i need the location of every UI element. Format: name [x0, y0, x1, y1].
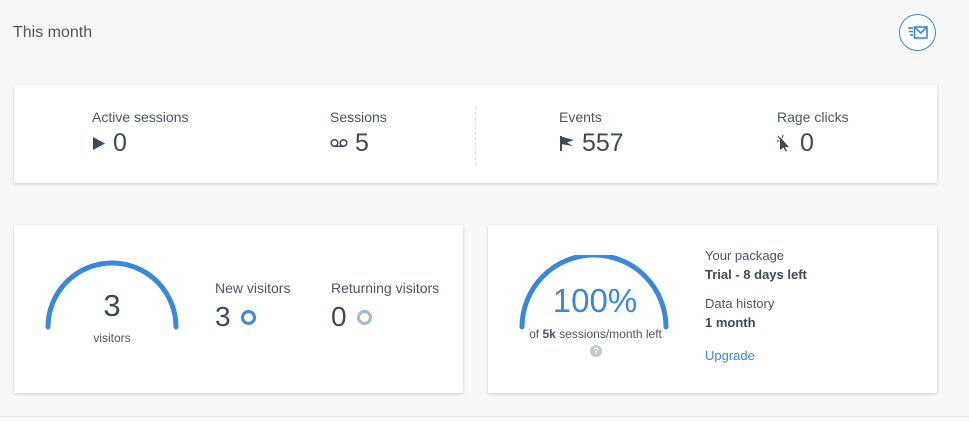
new-visitors[interactable]: New visitors 3 [215, 280, 290, 334]
package-value: Trial - 8 days left [705, 267, 807, 282]
stat-value: 0 [800, 129, 814, 157]
new-visitors-label: New visitors [215, 280, 291, 296]
summary-stats-card: Active sessions 0 Sessions 5 Events 557 … [14, 85, 937, 183]
data-history-label: Data history [705, 296, 775, 311]
stat-rage-clicks[interactable]: Rage clicks 0 [777, 109, 849, 158]
returning-visitors[interactable]: Returning visitors 0 [331, 280, 439, 334]
caption-prefix: of [529, 327, 543, 341]
stat-active-sessions[interactable]: Active sessions 0 [92, 109, 188, 158]
caption-limit: 5k [542, 327, 556, 341]
email-report-button[interactable] [899, 14, 936, 51]
returning-visitors-value: 0 [331, 301, 347, 332]
stat-label: Rage clicks [777, 109, 849, 125]
caption-suffix: sessions/month left [555, 327, 662, 341]
stat-sessions[interactable]: Sessions 5 [330, 109, 387, 158]
new-visitors-value: 3 [215, 301, 231, 332]
mail-icon [907, 25, 928, 39]
sessions-left-percent: 100% [552, 282, 638, 319]
package-label: Your package [705, 248, 785, 263]
stat-label: Sessions [330, 109, 387, 125]
returning-visitors-ring-icon [356, 309, 372, 325]
sessions-left-caption: of 5k sessions/month left [508, 327, 683, 341]
bottom-divider [0, 416, 969, 417]
play-icon [92, 136, 106, 151]
stat-value: 5 [355, 129, 369, 157]
period-title: This month [13, 24, 93, 41]
returning-visitors-label: Returning visitors [331, 280, 440, 296]
stat-label: Active sessions [92, 109, 189, 125]
package-info: Your package Trial - 8 days left Data hi… [705, 248, 807, 365]
visitors-caption: visitors [93, 331, 131, 345]
stat-divider [475, 107, 476, 165]
stat-value: 557 [582, 129, 624, 157]
stat-value: 0 [113, 129, 127, 157]
visitors-total: 3 [103, 288, 121, 323]
data-history-value: 1 month [705, 315, 756, 330]
upgrade-link[interactable]: Upgrade [705, 348, 755, 363]
stat-events[interactable]: Events 557 [559, 109, 624, 158]
stat-label: Events [559, 109, 602, 125]
help-icon[interactable]: ? [590, 345, 602, 357]
flag-icon [559, 135, 575, 152]
package-card: 100% of 5k sessions/month left ? Your pa… [488, 225, 937, 393]
rage-cursor-icon [777, 134, 793, 152]
visitors-card: 3 visitors New visitors 3 Returning visi… [14, 225, 463, 393]
recording-icon [330, 138, 348, 148]
new-visitors-ring-icon [240, 309, 256, 325]
